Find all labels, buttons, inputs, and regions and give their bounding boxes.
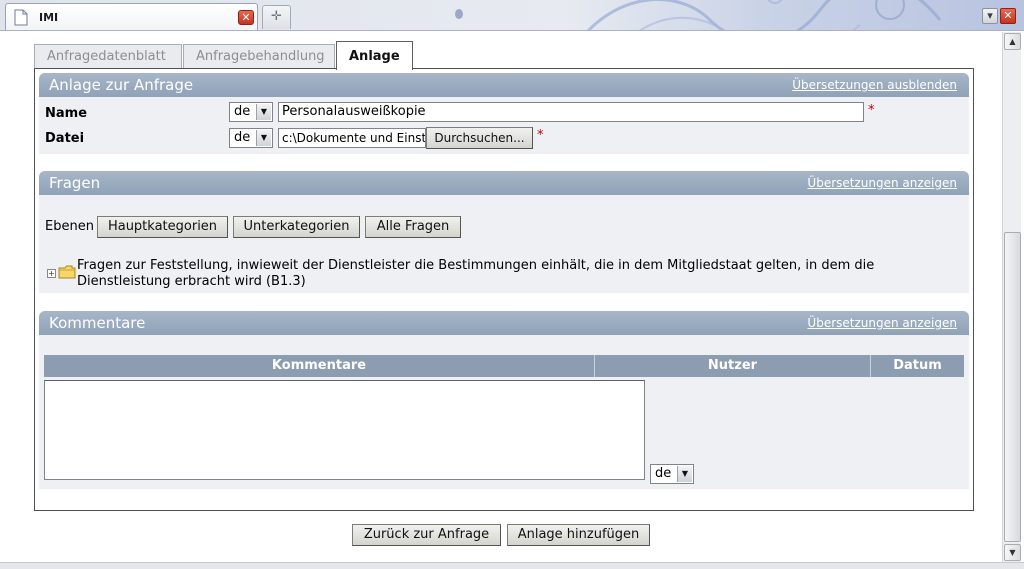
questions-section: Fragen Übersetzungen anzeigen Ebenen Hau… bbox=[39, 171, 969, 293]
horizontal-scrollbar[interactable] bbox=[0, 562, 1024, 569]
vertical-scrollbar[interactable]: ▲ ▼ bbox=[1002, 32, 1021, 562]
navigation-dot-icon bbox=[455, 9, 463, 19]
required-marker: * bbox=[868, 103, 875, 118]
dropdown-arrow-icon[interactable]: ▼ bbox=[256, 130, 271, 146]
hide-translations-link[interactable]: Übersetzungen ausblenden bbox=[792, 78, 957, 92]
close-tab-icon[interactable]: ✕ bbox=[238, 10, 254, 25]
add-attachment-button[interactable]: Anlage hinzufügen bbox=[507, 524, 650, 546]
attachment-section-header: Anlage zur Anfrage Übersetzungen ausblen… bbox=[39, 73, 969, 97]
show-translations-link[interactable]: Übersetzungen anzeigen bbox=[807, 316, 957, 330]
browser-tab-title: IMI bbox=[39, 11, 59, 24]
minimize-icon[interactable]: ▾ bbox=[982, 8, 998, 24]
subcategories-button[interactable]: Unterkategorien bbox=[233, 216, 360, 238]
browse-button[interactable]: Durchsuchen... bbox=[426, 127, 533, 149]
file-language-value: de bbox=[234, 130, 251, 145]
scroll-up-icon[interactable]: ▲ bbox=[1004, 33, 1021, 50]
all-questions-button[interactable]: Alle Fragen bbox=[365, 216, 461, 238]
file-language-select[interactable]: de ▼ bbox=[229, 128, 273, 148]
dropdown-arrow-icon[interactable]: ▼ bbox=[677, 466, 692, 482]
questions-section-title: Fragen bbox=[49, 174, 101, 192]
new-tab-icon[interactable]: ✛ bbox=[262, 5, 291, 29]
scroll-down-icon[interactable]: ▼ bbox=[1004, 544, 1021, 561]
column-date: Datum bbox=[893, 358, 942, 373]
name-language-value: de bbox=[234, 104, 251, 119]
questions-section-header: Fragen Übersetzungen anzeigen bbox=[39, 171, 969, 195]
tab-anlage[interactable]: Anlage bbox=[336, 41, 413, 70]
comments-table-header: Kommentare Nutzer Datum bbox=[44, 355, 964, 377]
browser-tab-strip: IMI ✕ ✛ ▾ ✕ bbox=[0, 0, 1024, 31]
name-input[interactable]: Personalausweißkopie bbox=[278, 102, 864, 122]
name-label: Name bbox=[45, 106, 88, 121]
decorative-swirl-background bbox=[586, 0, 942, 30]
column-user: Nutzer bbox=[595, 355, 871, 377]
tab-anfragebehandlung[interactable]: Anfragebehandlung bbox=[183, 44, 335, 68]
attachment-section: Anlage zur Anfrage Übersetzungen ausblen… bbox=[39, 73, 969, 154]
comment-language-select[interactable]: de ▼ bbox=[650, 464, 694, 484]
scrollbar-thumb[interactable] bbox=[1004, 232, 1021, 542]
browser-tab-imi[interactable]: IMI ✕ bbox=[5, 3, 258, 30]
window-close-icon[interactable]: ✕ bbox=[1000, 8, 1016, 24]
attachment-section-title: Anlage zur Anfrage bbox=[49, 76, 194, 94]
question-tree-item[interactable]: Fragen zur Feststellung, inwieweit der D… bbox=[77, 258, 937, 290]
levels-label: Ebenen bbox=[45, 219, 94, 234]
comments-section-header: Kommentare Übersetzungen anzeigen bbox=[39, 311, 969, 335]
back-to-request-button[interactable]: Zurück zur Anfrage bbox=[352, 524, 501, 546]
column-comments: Kommentare bbox=[44, 355, 595, 377]
expand-plus-icon[interactable]: + bbox=[47, 269, 56, 278]
file-path-input[interactable]: c:\Dokumente und Einst bbox=[278, 128, 426, 148]
comment-textarea[interactable] bbox=[44, 380, 645, 480]
show-translations-link[interactable]: Übersetzungen anzeigen bbox=[807, 176, 957, 190]
document-icon bbox=[14, 9, 28, 26]
comments-section-title: Kommentare bbox=[49, 314, 146, 332]
folder-icon bbox=[58, 265, 76, 279]
main-categories-button[interactable]: Hauptkategorien bbox=[97, 216, 228, 238]
file-label: Datei bbox=[45, 131, 85, 146]
required-marker: * bbox=[537, 128, 544, 143]
tab-anfragedatenblatt[interactable]: Anfragedatenblatt bbox=[34, 44, 182, 68]
dropdown-arrow-icon[interactable]: ▼ bbox=[256, 104, 271, 120]
name-language-select[interactable]: de ▼ bbox=[229, 102, 273, 122]
comment-language-value: de bbox=[655, 466, 672, 481]
